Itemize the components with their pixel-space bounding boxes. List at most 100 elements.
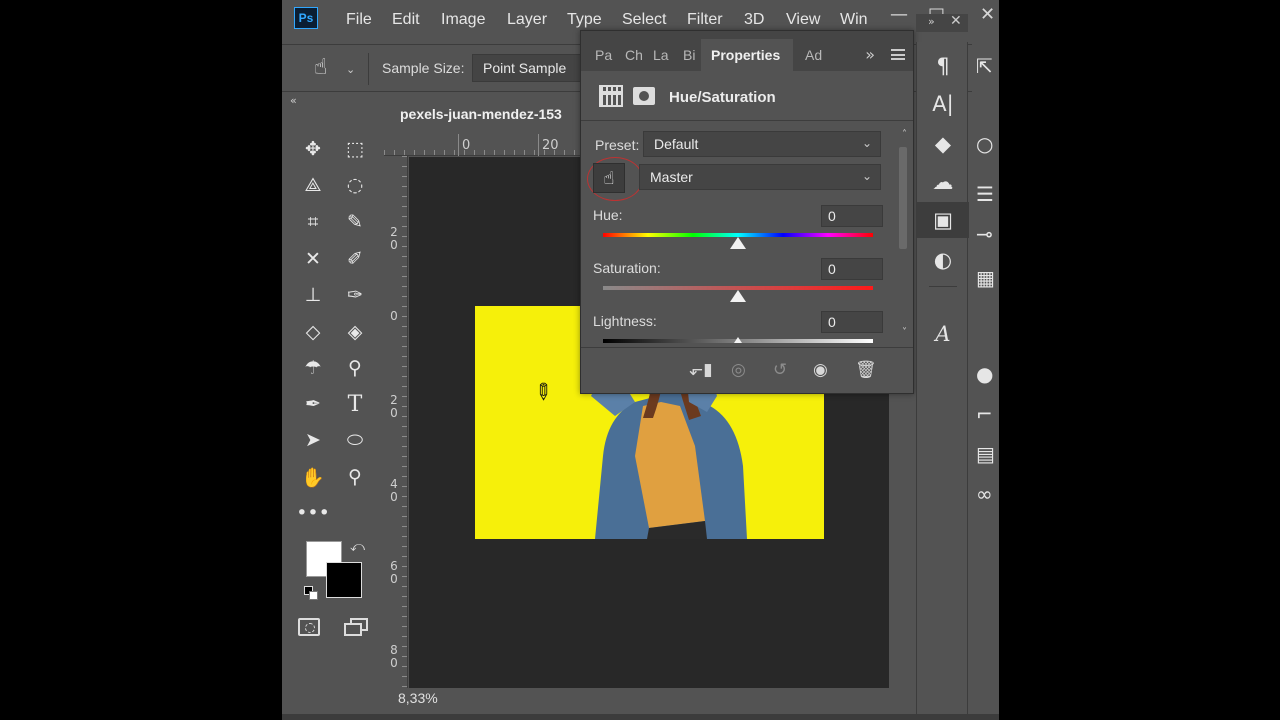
hand-tool-icon[interactable]: ✋ — [296, 462, 330, 492]
clone-stamp-tool-icon[interactable]: ⊥ — [296, 280, 330, 310]
close-window-button[interactable]: ✕ — [980, 4, 995, 25]
document-title: pexels-juan-mendez-153 — [400, 106, 562, 122]
menu-type[interactable]: Type — [567, 11, 602, 29]
circle-icon[interactable]: ○ — [976, 132, 993, 156]
libraries-icon[interactable]: ☁ — [917, 164, 969, 200]
targeted-adjustment-icon[interactable]: ☝ — [593, 163, 625, 193]
smudge-tool-icon[interactable]: ☂ — [296, 353, 330, 383]
tab-libraries[interactable]: Bi — [683, 47, 695, 63]
tab-paths[interactable]: Pa — [595, 47, 612, 63]
view-previous-state-icon[interactable]: ◎ — [731, 360, 746, 380]
divider — [368, 53, 369, 85]
minimize-button[interactable]: — — [890, 4, 908, 25]
layer-mask-icon[interactable] — [633, 87, 655, 105]
pen-tool-icon[interactable]: ✒ — [296, 389, 330, 419]
expand-tabs-icon[interactable]: » — [865, 45, 875, 64]
tab-adjustments[interactable]: Ad — [805, 47, 822, 63]
menu-file[interactable]: File — [346, 11, 372, 29]
sample-size-select[interactable]: Point Sample — [472, 54, 592, 82]
dodge-tool-icon[interactable]: ⚲ — [338, 353, 372, 383]
glyphs-icon[interactable]: A — [917, 316, 969, 352]
quick-selection-tool-icon[interactable]: ◌ — [338, 170, 372, 200]
swap-colors-icon[interactable]: ⤺ — [350, 539, 365, 555]
paragraph-icon[interactable]: ¶ — [917, 48, 969, 84]
panel-menu-icon[interactable] — [891, 49, 905, 60]
menu-edit[interactable]: Edit — [392, 11, 420, 29]
preset-dropdown[interactable]: Default ⌄ — [643, 131, 881, 157]
menu-filter[interactable]: Filter — [687, 11, 723, 29]
screen-mode-icon[interactable] — [344, 618, 368, 636]
character-icon[interactable]: A| — [917, 86, 969, 122]
menu-select[interactable]: Select — [622, 11, 666, 29]
ruler-label: 8 0 — [390, 643, 398, 670]
collapse-dock-icon[interactable]: » — [928, 15, 935, 28]
menu-image[interactable]: Image — [441, 11, 485, 29]
shape-icon[interactable]: ● — [976, 362, 993, 386]
paint-bucket-tool-icon[interactable]: ◈ — [338, 317, 372, 347]
saturation-slider-thumb[interactable] — [730, 290, 746, 302]
marquee-tool-icon[interactable]: ⬚ — [338, 134, 372, 164]
history-brush-tool-icon[interactable]: ✑ — [338, 280, 372, 310]
default-colors-icon[interactable] — [304, 586, 318, 600]
clip-to-layer-icon[interactable]: ⬐▮ — [689, 360, 713, 380]
hue-slider-thumb[interactable] — [730, 237, 746, 249]
layers-icon[interactable]: ◆ — [917, 126, 969, 162]
eraser-tool-icon[interactable]: ◇ — [296, 317, 330, 347]
lasso-tool-icon[interactable]: ⟁ — [296, 170, 330, 200]
visibility-eye-icon[interactable]: ◉ — [813, 360, 828, 380]
hand-pointer-icon[interactable]: ☝ — [314, 55, 327, 80]
lightness-input[interactable]: 0 — [821, 311, 883, 333]
link-icon[interactable]: ∞ — [976, 482, 993, 506]
menu-window[interactable]: Win — [840, 11, 868, 29]
panel-scrollbar[interactable] — [899, 147, 907, 249]
background-color-swatch[interactable] — [326, 562, 362, 598]
path-icon[interactable]: ⌐ — [976, 402, 993, 426]
collapse-toolbox-icon[interactable]: « — [290, 94, 297, 107]
close-dock-icon[interactable]: ✕ — [950, 13, 962, 29]
eyedropper-tool-icon[interactable]: ✎ — [338, 207, 372, 237]
ruler-label: 6 0 — [390, 559, 398, 586]
quick-mask-icon[interactable] — [298, 618, 320, 636]
type-tool-icon[interactable]: T — [338, 389, 372, 419]
vertical-ruler[interactable]: 2 0 0 2 0 4 0 6 0 8 0 — [384, 156, 408, 688]
ruler-label: 2 0 — [390, 393, 398, 420]
brush-tool-icon[interactable]: ✐ — [338, 244, 372, 274]
path-selection-tool-icon[interactable]: ➤ — [296, 425, 330, 455]
hue-input[interactable]: 0 — [821, 205, 883, 227]
ellipse-tool-icon[interactable]: ⬭ — [338, 425, 372, 455]
adjustments-icon[interactable]: ◐ — [917, 242, 969, 278]
menu-view[interactable]: View — [786, 11, 820, 29]
table-icon[interactable]: ▤ — [976, 442, 995, 466]
zoom-level[interactable]: 8,33% — [398, 690, 438, 706]
tab-layers[interactable]: La — [653, 47, 669, 63]
scroll-down-icon[interactable]: ˅ — [902, 327, 907, 338]
channel-dropdown[interactable]: Master ⌄ — [639, 164, 881, 190]
move-tool-icon[interactable]: ✥ — [296, 134, 330, 164]
photoshop-logo: Ps — [294, 7, 318, 29]
sample-size-label: Sample Size: — [382, 60, 465, 76]
properties-icon[interactable]: ▣ — [917, 202, 969, 238]
scroll-up-icon[interactable]: ˄ — [902, 129, 907, 140]
menu-3d[interactable]: 3D — [744, 11, 764, 29]
list-icon[interactable]: ☰ — [976, 182, 994, 206]
zoom-tool-icon[interactable]: ⚲ — [338, 462, 372, 492]
menu-layer[interactable]: Layer — [507, 11, 547, 29]
document-tab[interactable]: pexels-juan-mendez-153 — [384, 94, 584, 132]
lightness-slider-thumb[interactable] — [734, 337, 742, 343]
ruler-label: 20 — [542, 138, 559, 153]
grid-icon[interactable]: ▦ — [976, 266, 995, 290]
chevron-down-icon[interactable]: ⌄ — [346, 63, 355, 76]
export-icon[interactable]: ⇱ — [976, 54, 993, 78]
saturation-input[interactable]: 0 — [821, 258, 883, 280]
chevron-down-icon: ⌄ — [861, 169, 872, 183]
healing-brush-tool-icon[interactable]: ✕ — [296, 244, 330, 274]
tab-properties[interactable]: Properties — [701, 39, 793, 71]
chevron-down-icon: ⌄ — [861, 136, 872, 150]
adjustment-layer-icon[interactable] — [599, 85, 623, 107]
more-tools-icon[interactable]: ••• — [296, 498, 330, 528]
brush-settings-icon[interactable]: ⊸ — [976, 222, 993, 246]
crop-tool-icon[interactable]: ⌗ — [296, 207, 330, 237]
tab-channels[interactable]: Ch — [625, 47, 643, 63]
reset-icon[interactable]: ↺ — [773, 360, 787, 380]
delete-trash-icon[interactable]: 🗑 — [855, 360, 877, 380]
